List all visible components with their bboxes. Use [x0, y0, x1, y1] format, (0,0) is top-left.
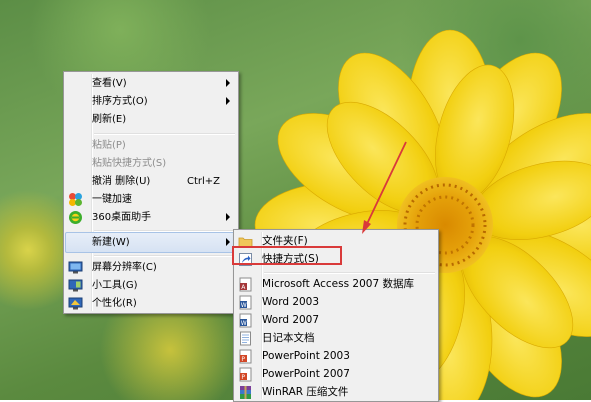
annotation-arrow-icon [362, 141, 407, 234]
